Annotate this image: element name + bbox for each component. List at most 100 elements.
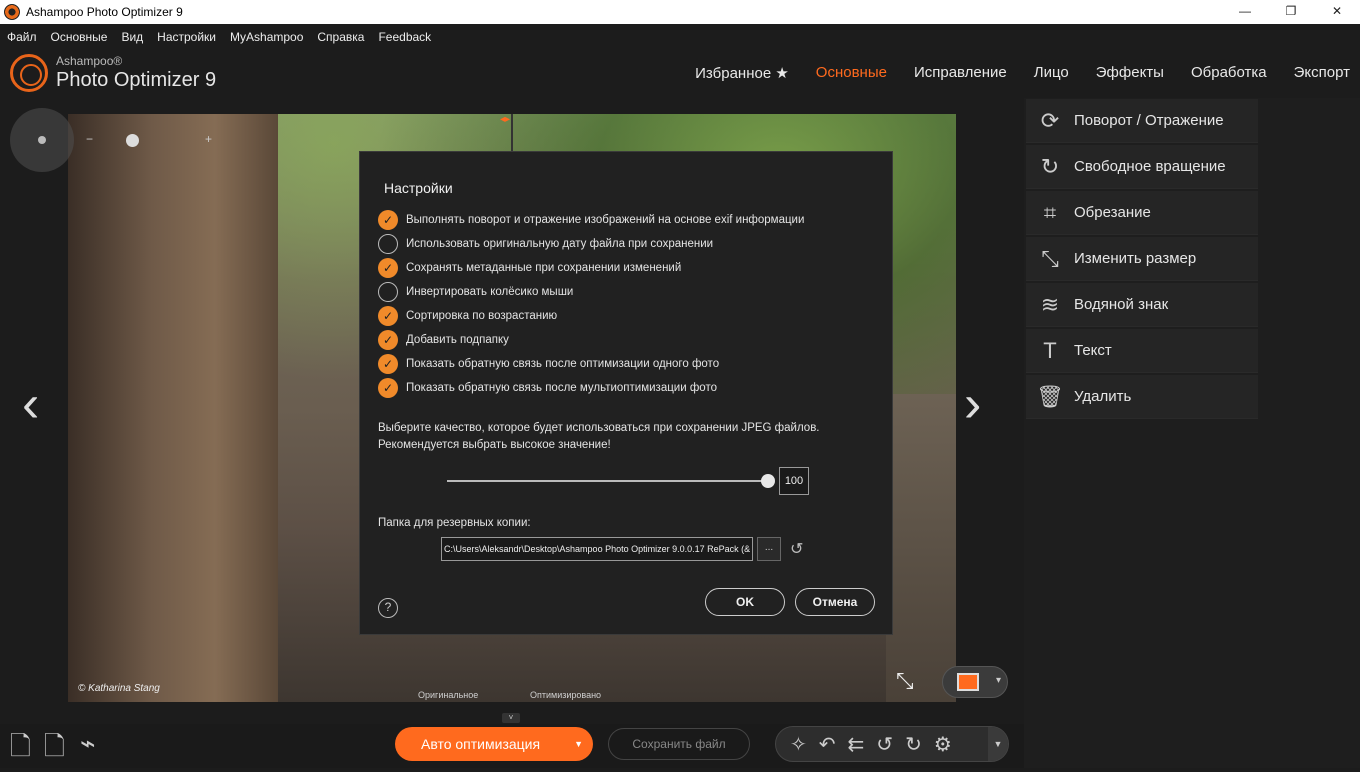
option-feedback-single[interactable]: ✓ Показать обратную связь после оптимиза… xyxy=(378,354,719,374)
minimize-button[interactable]: — xyxy=(1222,0,1268,22)
cancel-button[interactable]: Отмена xyxy=(795,588,875,616)
chevron-down-icon[interactable]: ▾ xyxy=(996,675,1001,686)
label-original: Оригинальное xyxy=(418,690,479,700)
undo-icon[interactable]: ↶ xyxy=(819,732,836,757)
gear-icon[interactable]: ⚙ xyxy=(934,732,952,757)
dialog-title: Настройки xyxy=(384,180,453,196)
compare-mode-button[interactable]: ▾ xyxy=(942,666,1008,698)
free-rotate-icon: ↻ xyxy=(1040,153,1060,179)
sidebar-item-free-rotate[interactable]: ↻ Свободное вращение xyxy=(1026,145,1258,189)
quality-value-field[interactable]: 100 xyxy=(779,467,809,495)
option-label: Сортировка по возрастанию xyxy=(406,310,558,322)
save-file-button[interactable]: Сохранить файл xyxy=(608,728,750,760)
split-handle-icon[interactable]: ◂▸ xyxy=(500,114,510,125)
sidebar-item-label: Обрезание xyxy=(1074,204,1151,221)
rotate-right-90-icon[interactable]: ↻ xyxy=(905,732,922,757)
product-name: Photo Optimizer 9 xyxy=(56,68,217,91)
option-original-date[interactable]: Использовать оригинальную дату файла при… xyxy=(378,234,713,254)
menu-help[interactable]: Справка xyxy=(310,26,371,48)
previous-image-button[interactable]: ‹ xyxy=(22,378,39,430)
backup-folder-input[interactable]: C:\Users\Aleksandr\Desktop\Ashampoo Phot… xyxy=(441,537,753,561)
auto-optimize-button[interactable]: Авто оптимизация ▼ xyxy=(395,727,593,761)
option-label: Показать обратную связь после оптимизаци… xyxy=(406,358,720,370)
sidebar-item-label: Свободное вращение xyxy=(1074,158,1226,175)
sidebar-item-delete[interactable]: 🗑 Удалить xyxy=(1026,375,1258,419)
add-file-icon[interactable]: 🗋 xyxy=(10,728,31,772)
menu-feedback[interactable]: Feedback xyxy=(371,26,438,48)
sidebar-item-crop[interactable]: ⌗ Обрезание xyxy=(1026,191,1258,235)
checkbox-checked-icon[interactable]: ✓ xyxy=(378,258,398,278)
option-label: Инвертировать колёсико мыши xyxy=(406,286,574,298)
tools-sidebar: ⟳ Поворот / Отражение ↻ Свободное вращен… xyxy=(1024,98,1360,768)
menu-settings[interactable]: Настройки xyxy=(150,26,223,48)
menu-file[interactable]: Файл xyxy=(0,26,44,48)
zoom-out-icon[interactable]: − xyxy=(86,132,93,146)
option-keep-metadata[interactable]: ✓ Сохранять метаданные при сохранении из… xyxy=(378,258,681,278)
rotate-flip-icon: ⟳ xyxy=(1040,107,1060,133)
tab-export[interactable]: Экспорт xyxy=(1294,64,1350,82)
photo-pillar xyxy=(68,114,278,702)
split-divider[interactable] xyxy=(511,114,513,154)
next-image-button[interactable]: › xyxy=(964,378,981,430)
close-button[interactable]: ✕ xyxy=(1314,0,1360,22)
tab-effects[interactable]: Эффекты xyxy=(1096,64,1164,82)
option-add-subfolder[interactable]: ✓ Добавить подпапку xyxy=(378,330,509,350)
checkbox-checked-icon[interactable]: ✓ xyxy=(378,378,398,398)
ok-button[interactable]: OK xyxy=(705,588,785,616)
tab-favorites[interactable]: Избранное ★ xyxy=(695,64,789,82)
title-bar: Ashampoo Photo Optimizer 9 — ❐ ✕ xyxy=(0,0,1360,24)
chevron-down-icon[interactable]: ▼ xyxy=(574,739,583,749)
fit-screen-icon[interactable]: ⤡ xyxy=(896,668,914,694)
quality-slider-track[interactable] xyxy=(447,480,769,482)
sidebar-item-resize[interactable]: ⤡ Изменить размер xyxy=(1026,237,1258,281)
sidebar-item-label: Водяной знак xyxy=(1074,296,1169,313)
option-label: Сохранять метаданные при сохранении изме… xyxy=(406,262,682,274)
sidebar-item-text[interactable]: T Текст xyxy=(1026,329,1258,373)
checkbox-checked-icon[interactable]: ✓ xyxy=(378,210,398,230)
watermark-icon: ≋ xyxy=(1040,291,1060,317)
option-label: Добавить подпапку xyxy=(406,334,509,346)
rotate-left-90-icon[interactable]: ↺ xyxy=(876,732,893,757)
reset-path-icon[interactable]: ↺ xyxy=(790,539,803,559)
sidebar-item-watermark[interactable]: ≋ Водяной знак xyxy=(1026,283,1258,327)
collapse-thumbnails-button[interactable]: ˅ xyxy=(502,713,520,723)
zoom-slider[interactable]: − + xyxy=(86,132,212,148)
aperture-logo-icon xyxy=(10,54,48,92)
option-label: Выполнять поворот и отражение изображени… xyxy=(406,214,805,226)
option-sort-ascending[interactable]: ✓ Сортировка по возрастанию xyxy=(378,306,557,326)
photo-wall xyxy=(886,394,956,702)
menu-myashampoo[interactable]: MyAshampoo xyxy=(223,26,310,48)
undo-all-icon[interactable]: ⇇ xyxy=(848,732,865,757)
quality-slider-knob[interactable] xyxy=(761,474,775,488)
tab-basic[interactable]: Основные xyxy=(816,64,887,82)
pan-navigation-pad[interactable] xyxy=(10,108,74,172)
checkbox-checked-icon[interactable]: ✓ xyxy=(378,306,398,326)
magic-wand-icon[interactable]: ✧ xyxy=(790,732,807,757)
menu-view[interactable]: Вид xyxy=(114,26,150,48)
menu-bar: Файл Основные Вид Настройки MyAshampoo С… xyxy=(0,26,438,48)
checkbox-unchecked-icon[interactable] xyxy=(378,234,398,254)
help-icon[interactable]: ? xyxy=(378,598,398,618)
tab-processing[interactable]: Обработка xyxy=(1191,64,1267,82)
menu-basic[interactable]: Основные xyxy=(44,26,115,48)
split-view-icon xyxy=(957,673,979,691)
option-invert-wheel[interactable]: Инвертировать колёсико мыши xyxy=(378,282,573,302)
option-feedback-multi[interactable]: ✓ Показать обратную связь после мультиоп… xyxy=(378,378,717,398)
edit-tools-group: ✧ ↶ ⇇ ↺ ↻ ⚙ ▼ xyxy=(775,726,1009,762)
checkbox-unchecked-icon[interactable] xyxy=(378,282,398,302)
tab-correction[interactable]: Исправление xyxy=(914,64,1007,82)
clear-list-broom-icon[interactable]: ⌁ xyxy=(80,728,96,759)
sidebar-item-rotate-flip[interactable]: ⟳ Поворот / Отражение xyxy=(1026,99,1258,143)
checkbox-checked-icon[interactable]: ✓ xyxy=(378,330,398,350)
tab-face[interactable]: Лицо xyxy=(1034,64,1069,82)
option-exif-rotate[interactable]: ✓ Выполнять поворот и отражение изображе… xyxy=(378,210,804,230)
sidebar-item-label: Текст xyxy=(1074,342,1112,359)
zoom-knob[interactable] xyxy=(126,134,139,147)
maximize-button[interactable]: ❐ xyxy=(1268,0,1314,22)
window-title: Ashampoo Photo Optimizer 9 xyxy=(26,5,183,19)
browse-folder-button[interactable]: ... xyxy=(757,537,781,561)
sidebar-item-label: Изменить размер xyxy=(1074,250,1197,267)
checkbox-checked-icon[interactable]: ✓ xyxy=(378,354,398,374)
zoom-in-icon[interactable]: + xyxy=(205,132,212,146)
add-folder-icon[interactable]: 🗋 xyxy=(44,728,65,772)
